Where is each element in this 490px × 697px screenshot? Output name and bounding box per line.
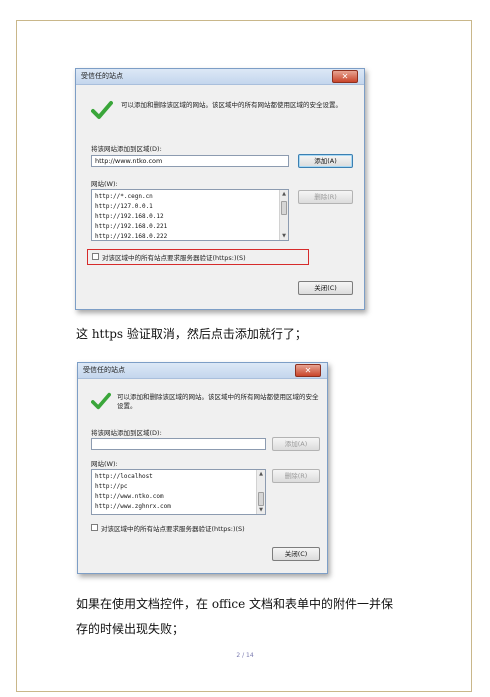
site-list-item[interactable]: http://pc <box>95 482 171 492</box>
https-checkbox-row[interactable]: 对该区域中的所有站点要求服务器验证(https:)(S) <box>92 252 307 262</box>
trusted-sites-dialog-1: 受信任的站点 ✕ 可以添加和删除该区域的网站。该区域中的所有网站都使用区域的安全… <box>75 68 365 310</box>
paragraph-2-line-2: 存的时候出现失败； <box>76 622 185 636</box>
list-scrollbar[interactable]: ▲ ▼ <box>279 190 288 240</box>
dialog-description: 可以添加和删除该区域的网站。该区域中的所有网站都使用区域的安全设置。 <box>121 101 342 109</box>
sites-list-items: http://localhost http://pc http://www.ntko… <box>95 472 171 512</box>
close-button[interactable]: 关闭(C) <box>272 547 320 561</box>
add-site-input[interactable]: http://www.ntko.com <box>91 155 289 167</box>
checkmark-icon <box>91 101 113 119</box>
dialog-titlebar: 受信任的站点 ✕ <box>76 69 364 85</box>
page-number: 2 / 14 <box>236 652 254 659</box>
scroll-down-icon[interactable]: ▼ <box>257 506 265 514</box>
scroll-up-icon[interactable]: ▲ <box>257 470 265 478</box>
scroll-thumb[interactable] <box>258 492 264 506</box>
dialog-description: 可以添加和删除该区域的网站。该区域中的所有网站都使用区域的安全设置。 <box>117 393 319 410</box>
site-list-item[interactable]: http://127.0.0.1 <box>95 202 167 212</box>
https-checkbox[interactable] <box>92 253 99 260</box>
sites-label: 网站(W): <box>91 180 118 188</box>
add-site-label: 将该网站添加到区域(D): <box>91 429 162 437</box>
scroll-thumb[interactable] <box>281 201 287 215</box>
remove-button[interactable]: 删除(R) <box>298 190 353 204</box>
checkmark-icon <box>91 392 111 410</box>
https-checkbox-row[interactable]: 对该区域中的所有站点要求服务器验证(https:)(S) <box>91 523 311 533</box>
close-icon[interactable]: ✕ <box>332 70 358 83</box>
https-checkbox-label: 对该区域中的所有站点要求服务器验证(https:)(S) <box>102 254 246 262</box>
site-list-item[interactable]: http://*.cegn.cn <box>95 192 167 202</box>
close-button[interactable]: 关闭(C) <box>298 281 353 295</box>
sites-list[interactable]: http://localhost http://pc http://www.ntko… <box>91 469 266 515</box>
site-list-item[interactable]: http://www.zghnrx.com <box>95 502 171 512</box>
paragraph-1: 这 https 验证取消，然后点击添加就行了； <box>76 327 307 341</box>
add-site-label: 将该网站添加到区域(D): <box>91 145 162 153</box>
scroll-up-icon[interactable]: ▲ <box>280 190 288 198</box>
close-icon[interactable]: ✕ <box>295 364 321 377</box>
sites-label: 网站(W): <box>91 460 118 468</box>
site-list-item[interactable]: http://192.168.0.221 <box>95 222 167 232</box>
list-scrollbar[interactable]: ▲ ▼ <box>256 470 265 514</box>
sites-list[interactable]: http://*.cegn.cn http://127.0.0.1 http://1… <box>91 189 289 241</box>
document-page: 受信任的站点 ✕ 可以添加和删除该区域的网站。该区域中的所有网站都使用区域的安全… <box>0 0 490 697</box>
site-list-item[interactable]: http://192.168.0.12 <box>95 212 167 222</box>
add-site-input[interactable] <box>91 438 266 450</box>
site-list-item[interactable]: http://localhost <box>95 472 171 482</box>
paragraph-2-line-1: 如果在使用文档控件，在 office 文档和表单中的附件一并保 <box>76 597 394 611</box>
remove-button[interactable]: 删除(R) <box>272 469 320 483</box>
add-button[interactable]: 添加(A) <box>272 437 320 451</box>
scroll-down-icon[interactable]: ▼ <box>280 232 288 240</box>
https-checkbox[interactable] <box>91 524 98 531</box>
site-list-item[interactable]: http://www.ntko.com <box>95 492 171 502</box>
https-checkbox-label: 对该区域中的所有站点要求服务器验证(https:)(S) <box>101 525 245 533</box>
site-list-item[interactable]: http://192.168.0.222 <box>95 232 167 240</box>
add-button[interactable]: 添加(A) <box>298 154 353 168</box>
dialog-title: 受信任的站点 <box>83 366 125 374</box>
trusted-sites-dialog-2: 受信任的站点 ✕ 可以添加和删除该区域的网站。该区域中的所有网站都使用区域的安全… <box>77 362 328 574</box>
dialog-titlebar: 受信任的站点 ✕ <box>78 363 327 379</box>
dialog-title: 受信任的站点 <box>81 72 123 80</box>
sites-list-items: http://*.cegn.cn http://127.0.0.1 http://1… <box>95 192 167 240</box>
